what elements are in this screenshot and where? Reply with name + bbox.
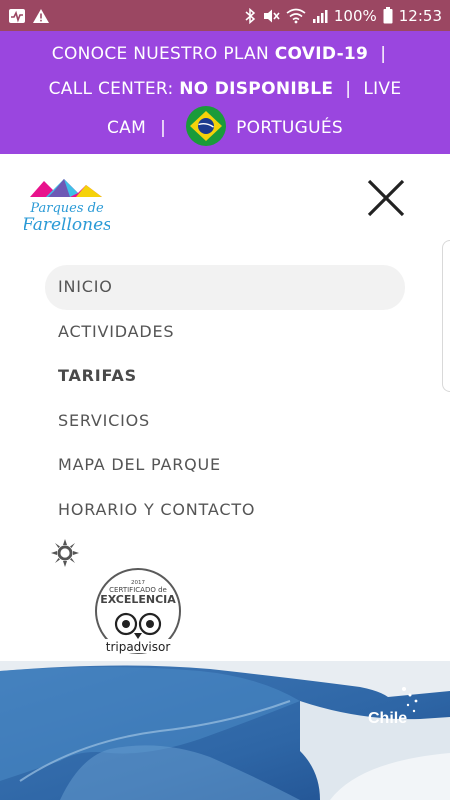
- banner-line-language: CAM | PORTUGUÉS: [0, 106, 450, 148]
- live-cam-link-part1[interactable]: LIVE: [363, 79, 401, 99]
- edge-scroll-handle[interactable]: [442, 240, 450, 392]
- separator: |: [380, 44, 387, 64]
- banner-line-callcenter: CALL CENTER: NO DISPONIBLE | LIVE: [0, 79, 450, 99]
- separator: |: [160, 118, 167, 138]
- covid-plan-bold: COVID-19: [274, 44, 369, 64]
- status-bar: 100% 12:53: [0, 0, 450, 31]
- parques-de-farellones-logo[interactable]: Parques de Farellones: [24, 175, 110, 237]
- battery-percentage: 100%: [333, 6, 377, 25]
- menu-item-horario-y-contacto[interactable]: HORARIO Y CONTACTO: [45, 488, 405, 533]
- covid-plan-link[interactable]: CONOCE NUESTRO PLAN COVID-19: [52, 44, 368, 64]
- menu-item-mapa-del-parque[interactable]: MAPA DEL PARQUE: [45, 443, 405, 488]
- covid-plan-prefix: CONOCE NUESTRO PLAN: [51, 44, 275, 64]
- call-center-prefix: CALL CENTER:: [48, 79, 180, 99]
- clock: 12:53: [398, 6, 442, 25]
- activity-icon: [8, 8, 26, 24]
- chile-watermark: Chile: [368, 710, 407, 727]
- call-center-status: NO DISPONIBLE: [179, 79, 334, 99]
- hero-snow-image: Chile: [0, 661, 450, 800]
- sun-icon[interactable]: [51, 539, 79, 567]
- menu-item-inicio[interactable]: INICIO: [45, 265, 405, 310]
- badge-brand: tripadvisor: [106, 640, 171, 654]
- main-menu: INICIO ACTIVIDADES TARIFAS SERVICIOS MAP…: [45, 265, 405, 533]
- mute-icon: [262, 8, 280, 24]
- signal-icon: [312, 8, 328, 24]
- bluetooth-icon: [244, 7, 256, 24]
- close-icon[interactable]: [364, 176, 408, 220]
- separator: |: [345, 79, 352, 99]
- call-center-link[interactable]: CALL CENTER: NO DISPONIBLE: [49, 79, 334, 99]
- menu-item-tarifas[interactable]: TARIFAS: [45, 354, 405, 399]
- logo-line2: Farellones: [24, 215, 110, 235]
- badge-line2: EXCELENCIA: [100, 593, 176, 606]
- tripadvisor-certificate-badge[interactable]: 2017 CERTIFICADO de EXCELENCIA tripadvis…: [90, 567, 186, 655]
- brazil-flag-icon[interactable]: [186, 106, 227, 146]
- status-bar-right: 100% 12:53: [244, 7, 442, 25]
- top-banner: CONOCE NUESTRO PLAN COVID-19 | CALL CENTE…: [0, 31, 450, 154]
- status-bar-left: [8, 8, 50, 24]
- live-cam-link-part2[interactable]: CAM: [107, 118, 146, 138]
- language-portuguese-link[interactable]: PORTUGUÉS: [236, 118, 343, 138]
- logo-line1: Parques de: [29, 201, 104, 216]
- menu-item-servicios[interactable]: SERVICIOS: [45, 399, 405, 444]
- wifi-icon: [286, 8, 306, 24]
- menu-item-actividades[interactable]: ACTIVIDADES: [45, 310, 405, 355]
- warning-icon: [32, 8, 50, 24]
- battery-icon: [383, 7, 393, 24]
- banner-line-covid: CONOCE NUESTRO PLAN COVID-19 |: [0, 44, 450, 64]
